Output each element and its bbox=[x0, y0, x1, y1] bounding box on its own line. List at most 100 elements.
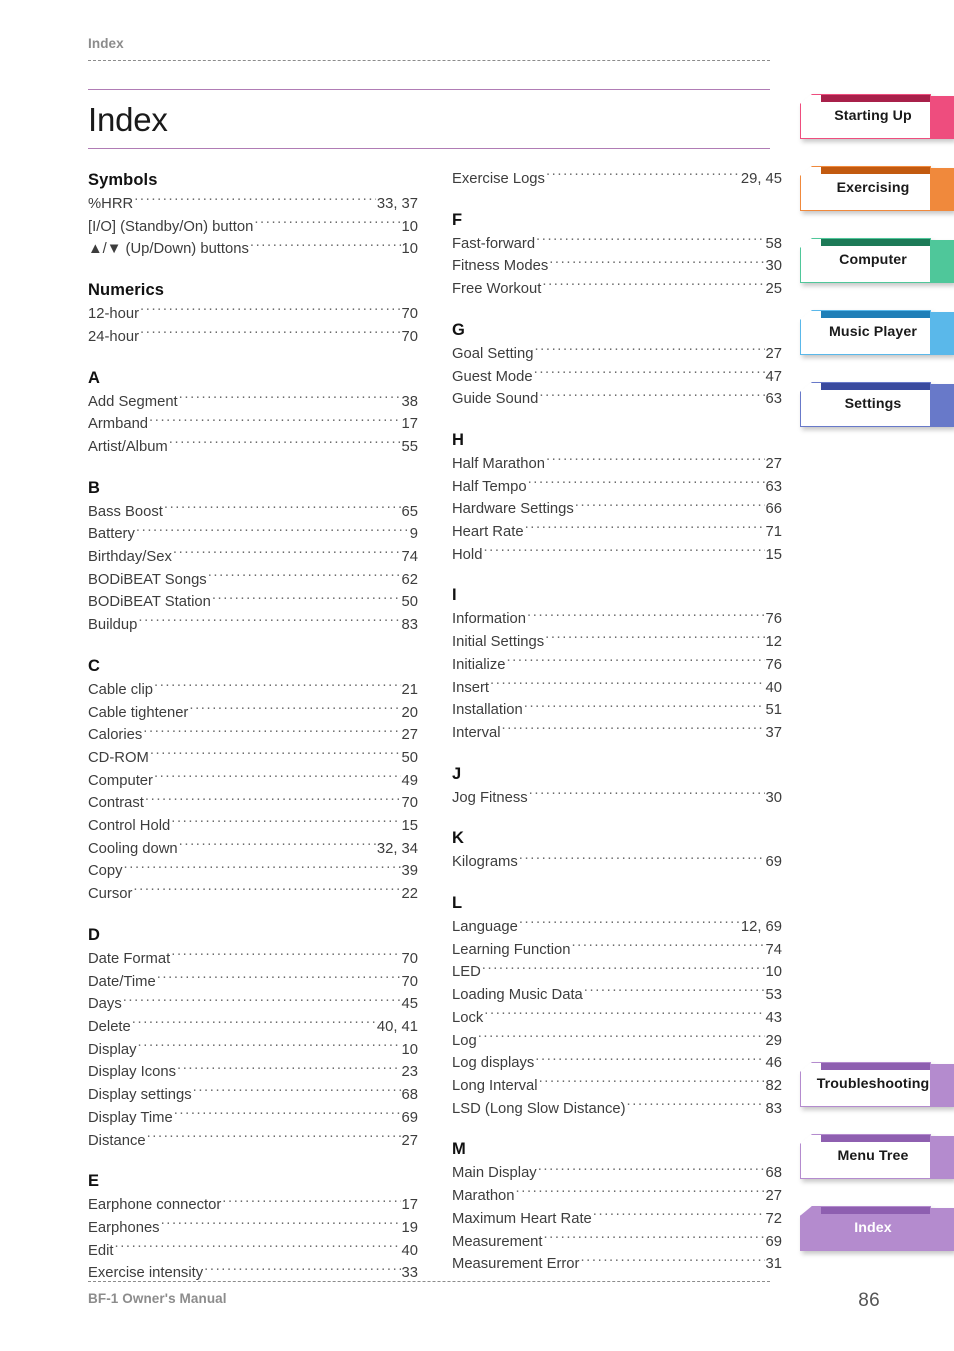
index-entry[interactable]: Display Time 69 bbox=[88, 1107, 418, 1130]
index-entry[interactable]: Earphones 19 bbox=[88, 1217, 418, 1240]
index-entry[interactable]: 12-hour 70 bbox=[88, 303, 418, 326]
index-entry[interactable]: Loading Music Data 53 bbox=[452, 984, 782, 1007]
index-entry-label: Log displays bbox=[452, 1055, 535, 1072]
index-entry[interactable]: Calories 27 bbox=[88, 724, 418, 747]
index-entry[interactable]: Edit 40 bbox=[88, 1240, 418, 1263]
index-entry[interactable]: Marathon 27 bbox=[452, 1185, 782, 1208]
section-tab-computer[interactable]: Computer bbox=[800, 238, 954, 285]
index-entry[interactable]: %HRR 33, 37 bbox=[88, 193, 418, 216]
index-entry[interactable]: Copy 39 bbox=[88, 860, 418, 883]
index-entry[interactable]: BODiBEAT Station 50 bbox=[88, 591, 418, 614]
index-entry[interactable]: Cable tightener 20 bbox=[88, 702, 418, 725]
section-tab-starting-up[interactable]: Starting Up bbox=[800, 94, 954, 141]
index-entry-label: Marathon bbox=[452, 1188, 515, 1205]
index-entry-page: 82 bbox=[765, 1077, 782, 1094]
index-entry[interactable]: Measurement Error 31 bbox=[452, 1253, 782, 1276]
index-entry-page: 17 bbox=[401, 416, 418, 433]
index-entry[interactable]: Control Hold 15 bbox=[88, 815, 418, 838]
index-entry[interactable]: Insert 40 bbox=[452, 677, 782, 700]
index-entry-leader-dots bbox=[519, 916, 740, 931]
index-entry[interactable]: Display settings 68 bbox=[88, 1084, 418, 1107]
index-entry[interactable]: BODiBEAT Songs 62 bbox=[88, 569, 418, 592]
section-tab-exercising[interactable]: Exercising bbox=[800, 166, 954, 213]
section-tab-troubleshooting[interactable]: Troubleshooting bbox=[800, 1062, 954, 1109]
index-entry[interactable]: Heart Rate 71 bbox=[452, 521, 782, 544]
index-entry-page: 33, 37 bbox=[376, 196, 418, 212]
index-entry[interactable]: CD-ROM 50 bbox=[88, 747, 418, 770]
index-entry[interactable]: Installation 51 bbox=[452, 699, 782, 722]
index-entry[interactable]: Display Icons 23 bbox=[88, 1061, 418, 1084]
index-entry[interactable]: Main Display 68 bbox=[452, 1162, 782, 1185]
index-entry-page: 27 bbox=[401, 1132, 418, 1149]
index-entry[interactable]: Goal Setting 27 bbox=[452, 343, 782, 366]
index-entry[interactable]: Fitness Modes 30 bbox=[452, 255, 782, 278]
index-entry-page: 19 bbox=[401, 1219, 418, 1236]
index-entry[interactable]: ▲/▼ (Up/Down) buttons 10 bbox=[88, 238, 418, 261]
running-header-label: Index bbox=[88, 36, 124, 51]
index-entry-page: 10 bbox=[401, 1041, 418, 1058]
index-entry[interactable]: Exercise Logs 29, 45 bbox=[452, 168, 782, 191]
index-entry[interactable]: Maximum Heart Rate 72 bbox=[452, 1208, 782, 1231]
index-entry[interactable]: Language 12, 69 bbox=[452, 916, 782, 939]
index-entry[interactable]: Armband 17 bbox=[88, 413, 418, 436]
index-entry[interactable]: Log displays 46 bbox=[452, 1052, 782, 1075]
index-entry[interactable]: Kilograms 69 bbox=[452, 851, 782, 874]
index-entry[interactable]: Measurement 69 bbox=[452, 1231, 782, 1254]
index-entry[interactable]: Cursor 22 bbox=[88, 883, 418, 906]
index-entry-leader-dots bbox=[545, 631, 764, 646]
index-entry-leader-dots bbox=[138, 1039, 401, 1054]
index-entry[interactable]: Earphone connector 17 bbox=[88, 1194, 418, 1217]
index-entry-leader-dots bbox=[527, 609, 765, 624]
index-entry[interactable]: Interval 37 bbox=[452, 722, 782, 745]
index-entry-leader-dots bbox=[189, 702, 400, 717]
index-entry[interactable]: Cooling down 32, 34 bbox=[88, 838, 418, 861]
index-entry[interactable]: Information 76 bbox=[452, 608, 782, 631]
index-entry-label: Bass Boost bbox=[88, 503, 163, 520]
index-entry[interactable]: Date/Time 70 bbox=[88, 971, 418, 994]
section-tab-index[interactable]: Index bbox=[800, 1206, 954, 1253]
index-entry[interactable]: Initialize 76 bbox=[452, 654, 782, 677]
index-entry[interactable]: Artist/Album 55 bbox=[88, 436, 418, 459]
index-entry[interactable]: Free Workout 25 bbox=[452, 278, 782, 301]
index-entry[interactable]: LSD (Long Slow Distance) 83 bbox=[452, 1098, 782, 1121]
index-entry[interactable]: Add Segment 38 bbox=[88, 391, 418, 414]
index-entry-label: Display Time bbox=[88, 1109, 173, 1126]
index-entry[interactable]: Distance 27 bbox=[88, 1130, 418, 1153]
index-entry[interactable]: Initial Settings 12 bbox=[452, 631, 782, 654]
index-entry[interactable]: Computer 49 bbox=[88, 770, 418, 793]
index-entry[interactable]: Jog Fitness 30 bbox=[452, 787, 782, 810]
index-entry-label: Cable tightener bbox=[88, 704, 189, 721]
index-entry[interactable]: Half Marathon 27 bbox=[452, 453, 782, 476]
index-entry[interactable]: 24-hour 70 bbox=[88, 326, 418, 349]
index-entry-page: 15 bbox=[401, 818, 418, 835]
index-entry[interactable]: Days 45 bbox=[88, 993, 418, 1016]
section-tab-menu-tree[interactable]: Menu Tree bbox=[800, 1134, 954, 1181]
index-entry[interactable]: Display 10 bbox=[88, 1039, 418, 1062]
index-entry[interactable]: Guide Sound 63 bbox=[452, 388, 782, 411]
index-entry-page: 17 bbox=[401, 1197, 418, 1214]
index-entry[interactable]: Half Tempo 63 bbox=[452, 476, 782, 499]
section-tab-music-player[interactable]: Music Player bbox=[800, 310, 954, 357]
index-entry[interactable]: Hardware Settings 66 bbox=[452, 498, 782, 521]
index-entry[interactable]: Guest Mode 47 bbox=[452, 366, 782, 389]
index-entry[interactable]: [I/O] (Standby/On) button 10 bbox=[88, 216, 418, 239]
index-entry[interactable]: LED 10 bbox=[452, 961, 782, 984]
index-entry[interactable]: Delete 40, 41 bbox=[88, 1016, 418, 1039]
index-entry[interactable]: Birthday/Sex 74 bbox=[88, 546, 418, 569]
index-entry[interactable]: Battery 9 bbox=[88, 523, 418, 546]
index-entry[interactable]: Hold 15 bbox=[452, 544, 782, 567]
section-tab-settings[interactable]: Settings bbox=[800, 382, 954, 429]
index-entry-leader-dots bbox=[539, 388, 764, 403]
index-entry[interactable]: Log 29 bbox=[452, 1030, 782, 1053]
index-entry[interactable]: Lock 43 bbox=[452, 1007, 782, 1030]
index-entry[interactable]: Bass Boost 65 bbox=[88, 501, 418, 524]
index-entry[interactable]: Learning Function 74 bbox=[452, 939, 782, 962]
index-entry[interactable]: Fast-forward 58 bbox=[452, 233, 782, 256]
section-tabs-bottom: Troubleshooting Menu Tree Index bbox=[800, 1062, 954, 1253]
index-entry[interactable]: Buildup 83 bbox=[88, 614, 418, 637]
index-entry[interactable]: Cable clip 21 bbox=[88, 679, 418, 702]
tab-label: Troubleshooting bbox=[816, 1076, 930, 1092]
index-entry[interactable]: Contrast 70 bbox=[88, 792, 418, 815]
index-entry[interactable]: Long Interval 82 bbox=[452, 1075, 782, 1098]
index-entry[interactable]: Date Format 70 bbox=[88, 948, 418, 971]
